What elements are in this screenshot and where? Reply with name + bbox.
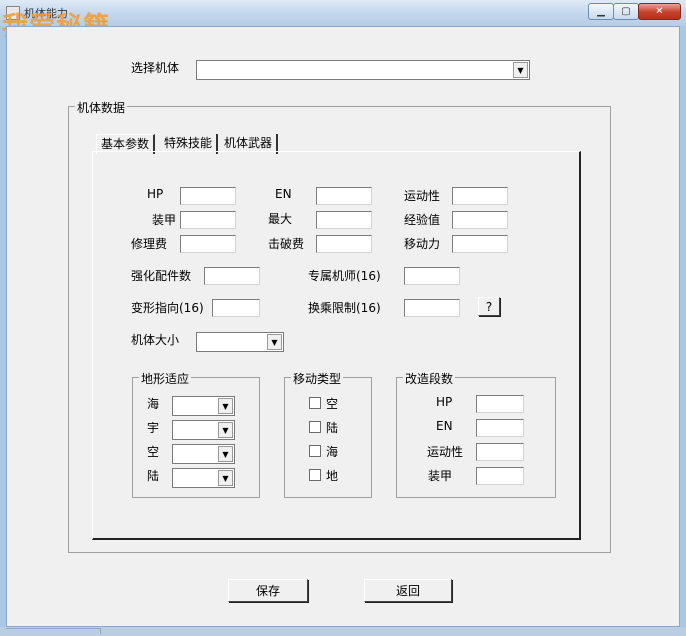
exp-label: 经验值 [404, 213, 441, 227]
terrain-land-combo[interactable]: ▼ [172, 468, 235, 488]
status-bar [0, 627, 686, 636]
chevron-down-icon[interactable]: ▼ [218, 446, 233, 462]
transform-target-input[interactable] [212, 299, 260, 317]
chevron-down-icon[interactable]: ▼ [267, 334, 282, 350]
move-type-land-checkbox[interactable] [309, 421, 321, 433]
move-type-land-label: 陆 [326, 421, 339, 435]
help-button[interactable]: ? [478, 297, 500, 316]
chevron-down-icon[interactable]: ▼ [218, 470, 233, 486]
armor-input[interactable] [180, 211, 236, 229]
chevron-down-icon[interactable]: ▼ [218, 422, 233, 438]
status-bar-pane [6, 628, 101, 634]
machine-size-combo[interactable]: ▼ [196, 332, 284, 352]
move-type-sea-label: 海 [326, 445, 339, 459]
exclusive-pilot-label: 专属机师(16) [308, 269, 381, 283]
terrain-air-combo[interactable]: ▼ [172, 444, 235, 464]
hp-label: HP [147, 187, 164, 201]
armor-label: 装甲 [152, 213, 177, 227]
kill-reward-input[interactable] [316, 235, 372, 253]
exp-input[interactable] [452, 211, 508, 229]
terrain-sea-combo[interactable]: ▼ [172, 396, 235, 416]
terrain-space-combo[interactable]: ▼ [172, 420, 235, 440]
maximize-button[interactable]: ▢ [613, 3, 639, 20]
back-button[interactable]: 返回 [364, 579, 452, 602]
parts-count-input[interactable] [204, 267, 260, 285]
move-input[interactable] [452, 235, 508, 253]
machine-data-group-label: 机体数据 [75, 99, 128, 116]
close-icon: ✕ [655, 6, 664, 17]
max-input[interactable] [316, 211, 372, 229]
upgrade-armor-label: 装甲 [428, 469, 453, 483]
maximize-icon: ▢ [621, 6, 631, 17]
terrain-label-space: 宇 [147, 421, 160, 435]
move-type-group-title: 移动类型 [291, 370, 344, 387]
move-type-air-checkbox[interactable] [309, 397, 321, 409]
mobility-input[interactable] [452, 187, 508, 205]
move-type-sea-checkbox[interactable] [309, 445, 321, 457]
mobility-label: 运动性 [404, 189, 441, 203]
move-type-ground-label: 地 [326, 469, 339, 483]
upgrade-mobility-label: 运动性 [427, 445, 464, 459]
kill-reward-label: 击破费 [268, 237, 305, 251]
chevron-down-icon[interactable]: ▼ [513, 62, 528, 78]
upgrade-hp-input[interactable] [476, 395, 524, 413]
chevron-down-icon[interactable]: ▼ [218, 398, 233, 414]
max-label: 最大 [268, 212, 293, 224]
save-button[interactable]: 保存 [228, 579, 308, 602]
select-machine-label: 选择机体 [131, 61, 180, 75]
move-type-air-label: 空 [326, 397, 339, 411]
terrain-label-land: 陆 [147, 469, 160, 483]
terrain-label-sea: 海 [147, 397, 160, 411]
repair-cost-label: 修理费 [131, 237, 168, 251]
transform-target-label: 变形指向(16) [131, 301, 204, 315]
parts-count-label: 强化配件数 [131, 269, 192, 283]
exclusive-pilot-input[interactable] [404, 267, 460, 285]
minimize-icon: ▁ [597, 6, 605, 17]
upgrade-mobility-input[interactable] [476, 443, 524, 461]
upgrade-en-label: EN [436, 419, 453, 433]
en-label: EN [275, 187, 292, 201]
terrain-label-air: 空 [147, 445, 160, 459]
repair-cost-input[interactable] [180, 235, 236, 253]
move-type-ground-checkbox[interactable] [309, 469, 321, 481]
close-button[interactable]: ✕ [638, 3, 681, 20]
upgrade-armor-input[interactable] [476, 467, 524, 485]
move-label: 移动力 [404, 237, 441, 251]
minimize-button[interactable]: ▁ [588, 3, 614, 20]
machine-size-label: 机体大小 [131, 333, 180, 347]
transfer-limit-input[interactable] [404, 299, 460, 317]
transfer-limit-label: 换乘限制(16) [308, 301, 381, 315]
terrain-group-title: 地形适应 [139, 370, 192, 387]
upgrade-hp-label: HP [436, 395, 453, 409]
machine-select-combo[interactable]: ▼ [196, 60, 530, 80]
hp-input[interactable] [180, 187, 236, 205]
upgrade-en-input[interactable] [476, 419, 524, 437]
en-input[interactable] [316, 187, 372, 205]
upgrade-level-group-title: 改造段数 [403, 370, 456, 387]
